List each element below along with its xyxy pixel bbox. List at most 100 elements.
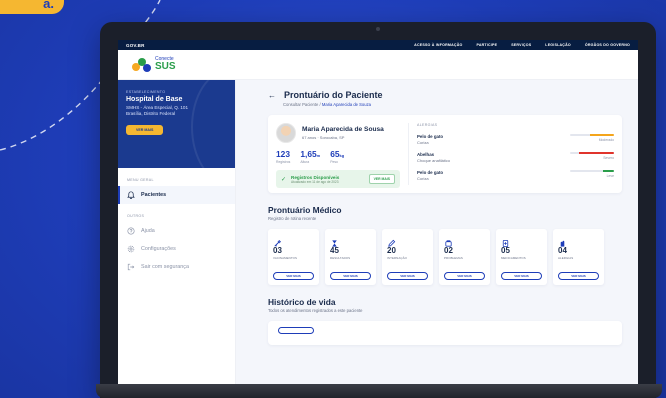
allergies-list: Pelo de gato Coriza Moderado Abelhas Choque … <box>417 134 614 181</box>
stat-unit: kg <box>339 153 345 158</box>
gov-link-acesso[interactable]: ACESSO À INFORMAÇÃO <box>414 43 462 47</box>
sidebar-item-sair[interactable]: Sair com segurança <box>118 258 235 276</box>
record-more-button[interactable]: VER MAIS <box>330 272 371 280</box>
stat-label: Altura <box>300 160 310 164</box>
stat-peso: 65kg Peso <box>330 149 344 164</box>
medical-record-subtitle: Registro de rotina recente <box>268 216 317 221</box>
gov-link-orgaos[interactable]: ÓRGÃOS DO GOVERNO <box>585 43 630 47</box>
record-more-button[interactable]: VER MAIS <box>273 272 314 280</box>
record-count: 05 <box>501 246 510 255</box>
medical-record-title: Prontuário Médico <box>268 205 342 215</box>
stat-value: 65 <box>330 149 340 159</box>
gov-link-servicos[interactable]: SERVIÇOS <box>511 43 531 47</box>
allergy-name: Pelo de gato <box>417 134 444 139</box>
record-card: 20 INTERNAÇÃO VER MAIS <box>382 229 433 285</box>
allergy-info: Pelo de gato Coriza <box>417 134 443 145</box>
patient-name: Maria Aparecida de Sousa <box>302 126 384 133</box>
record-label: VACINAMENTOS <box>273 256 298 260</box>
sidebar-item-label: Ajuda <box>141 228 155 234</box>
allergies-panel: ALERGIAS Pelo de gato Coriza Moderado Abelh… <box>408 123 614 185</box>
brand-line2: SUS <box>155 61 176 72</box>
allergy-severity: Leve <box>570 170 614 178</box>
estab-address: SMHS - Área Especial, Q. 101 Brasília, D… <box>126 105 227 117</box>
establishment-card: ESTABELECIMENTO Hospital de Base SMHS - … <box>118 80 235 168</box>
help-icon <box>127 227 135 235</box>
patient-meta: 67 anos · Sorocaba, SP <box>302 135 345 140</box>
patient-stats: 123 Registros 1,65m Altura 65kg Peso <box>276 149 400 164</box>
estab-name: Hospital de Base <box>126 96 183 103</box>
laptop: GOV.BR ACESSO À INFORMAÇÃO PARTICIPE SER… <box>100 22 656 398</box>
gov-link-legislacao[interactable]: LEGISLAÇÃO <box>545 43 571 47</box>
record-label: PROBLEMAS <box>444 256 463 260</box>
severity-bar <box>570 170 614 172</box>
laptop-screen: GOV.BR ACESSO À INFORMAÇÃO PARTICIPE SER… <box>118 40 638 388</box>
record-label: RESULTADOS <box>330 256 351 260</box>
app-body: ESTABELECIMENTO Hospital de Base SMHS - … <box>118 80 638 388</box>
estab-caption: ESTABELECIMENTO <box>126 90 166 94</box>
history-subtitle: Todos os atendimentos registrados a este… <box>268 308 363 313</box>
allergy-row: Pelo de gato Coriza Moderado <box>417 134 614 145</box>
record-count: 03 <box>273 246 282 255</box>
record-more-button[interactable]: VER MAIS <box>501 272 542 280</box>
record-count: 04 <box>558 246 567 255</box>
stat-unit: m <box>316 153 321 158</box>
hourglass-icon <box>330 235 339 247</box>
stat-registros: 123 Registros <box>276 149 290 164</box>
stat-label: Registros <box>276 160 291 164</box>
check-icon: ✓ <box>281 176 287 183</box>
allergy-row: Pelo de gato Coriza Leve <box>417 170 614 181</box>
stat-altura: 1,65m Altura <box>300 149 320 164</box>
record-card: 02 PROBLEMAS VER MAIS <box>439 229 490 285</box>
sidebar: ESTABELECIMENTO Hospital de Base SMHS - … <box>118 80 236 388</box>
allergy-row: Abelhas Choque anafilático Severo <box>417 152 614 163</box>
medical-record-cards: 03 VACINAMENTOS VER MAIS 45 RESULTADOS VER MA… <box>268 229 622 285</box>
allergy-name: Pelo de gato <box>417 170 444 175</box>
sidebar-item-ajuda[interactable]: Ajuda <box>118 222 235 240</box>
estab-more-button[interactable]: VER MAIS <box>126 125 164 136</box>
webcam <box>376 27 380 31</box>
record-label: INTERNAÇÃO <box>387 256 407 260</box>
breadcrumb-root[interactable]: Consultar Paciente <box>283 102 318 107</box>
pill-icon <box>444 235 453 247</box>
sidebar-item-label: Pacientes <box>141 192 167 198</box>
record-label: ALERGIAS <box>558 256 574 260</box>
app-header: Conecte SUS <box>118 50 638 80</box>
allergies-caption: ALERGIAS <box>417 123 438 127</box>
record-count: 02 <box>444 246 453 255</box>
record-more-button[interactable]: VER MAIS <box>558 272 599 280</box>
patient-identity: Maria Aparecida de Sousa 67 anos · Soroc… <box>276 123 400 143</box>
patient-card: Maria Aparecida de Sousa 67 anos · Soroc… <box>268 115 622 193</box>
history-title: Histórico de vida <box>268 297 336 307</box>
conecte-sus-logo-icon[interactable] <box>132 56 152 74</box>
medication-icon <box>501 235 510 248</box>
pencil-icon <box>387 235 396 247</box>
menu-geral-heading: MENU GERAL <box>127 178 154 182</box>
gear-icon <box>127 245 135 253</box>
history-filter-pill[interactable] <box>278 327 314 334</box>
history-card <box>268 321 622 345</box>
severity-fill <box>603 170 614 172</box>
allergy-info: Abelhas Choque anafilático <box>417 152 450 163</box>
gov-logo[interactable]: GOV.BR <box>126 43 145 48</box>
sidebar-item-label: Sair com segurança <box>141 264 189 270</box>
patient-summary: Maria Aparecida de Sousa 67 anos · Soroc… <box>276 123 400 188</box>
allergy-reaction: Coriza <box>417 140 429 145</box>
stat-value: 1,65 <box>300 149 317 159</box>
record-more-button[interactable]: VER MAIS <box>444 272 485 280</box>
gov-link-participe[interactable]: PARTICIPE <box>476 43 497 47</box>
main-content: ← Prontuário do Paciente Consultar Pacie… <box>236 80 638 388</box>
sidebar-item-configuracoes[interactable]: Configurações <box>118 240 235 258</box>
registros-more-button[interactable]: VER MAIS <box>368 174 395 184</box>
back-arrow-icon[interactable]: ← <box>268 91 276 100</box>
breadcrumb-current: Maria Aparecida de Souza <box>321 102 372 107</box>
sidebar-item-pacientes[interactable]: Pacientes <box>118 186 235 204</box>
record-more-button[interactable]: VER MAIS <box>387 272 428 280</box>
breadcrumb: Consultar Paciente / Maria Aparecida de … <box>283 102 622 107</box>
vaccine-icon <box>273 235 282 247</box>
record-card: 05 MEDICAMENTOS VER MAIS <box>496 229 547 285</box>
severity-level: Moderado <box>598 138 614 142</box>
sidebar-item-label: Configurações <box>141 246 176 252</box>
gov-links: ACESSO À INFORMAÇÃO PARTICIPE SERVIÇOS L… <box>414 43 630 47</box>
outros-heading: OUTROS <box>127 214 145 218</box>
bell-icon <box>127 191 135 199</box>
